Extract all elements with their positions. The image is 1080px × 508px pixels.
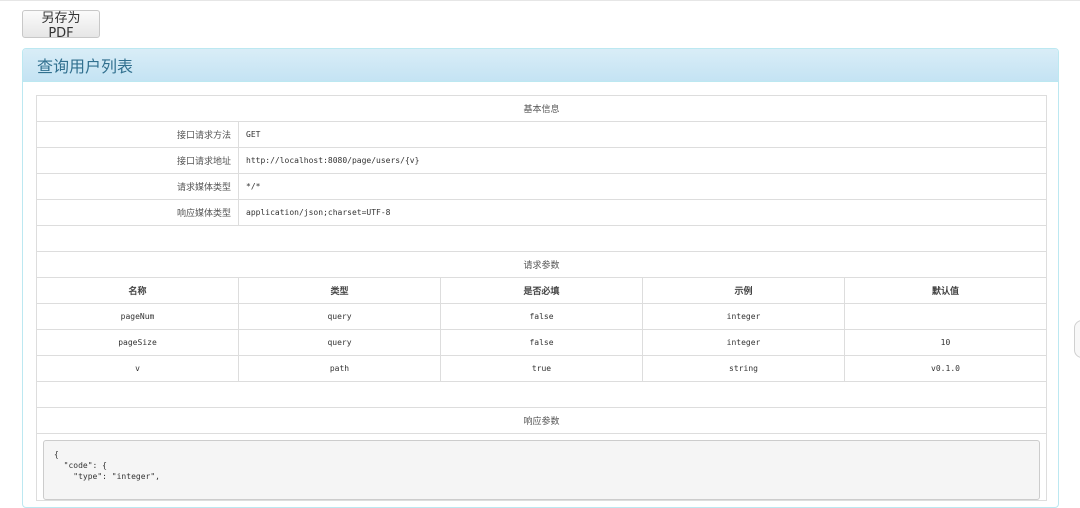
- info-row: 接口请求地址 http://localhost:8080/page/users/…: [36, 147, 1047, 174]
- param-name: v: [36, 355, 239, 382]
- column-header-type: 类型: [238, 277, 441, 304]
- spacer-cell: [36, 381, 1047, 408]
- response-json-code-block[interactable]: { "code": { "type": "integer",: [43, 440, 1040, 500]
- info-value: GET: [238, 121, 1047, 148]
- table-row: v path true string v0.1.0: [36, 355, 1047, 382]
- top-divider: [0, 0, 1080, 1]
- param-type: query: [238, 303, 441, 330]
- column-header-default: 默认值: [844, 277, 1047, 304]
- param-default: 10: [844, 329, 1047, 356]
- table-row: pageSize query false integer 10: [36, 329, 1047, 356]
- param-header-row: 名称 类型 是否必填 示例 默认值: [36, 277, 1047, 304]
- info-value: http://localhost:8080/page/users/{v}: [238, 147, 1047, 174]
- info-value: application/json;charset=UTF-8: [238, 199, 1047, 226]
- param-name: pageSize: [36, 329, 239, 356]
- param-type: query: [238, 329, 441, 356]
- info-row: 响应媒体类型 application/json;charset=UTF-8: [36, 199, 1047, 226]
- section-row-basic-info: 基本信息: [36, 95, 1047, 122]
- info-value: */*: [238, 173, 1047, 200]
- param-required: false: [440, 303, 643, 330]
- section-row-response-params: 响应参数: [36, 407, 1047, 434]
- spacer-cell: [36, 225, 1047, 252]
- api-doc-table: 基本信息 接口请求方法 GET 接口请求地址 http://localhost:…: [36, 95, 1047, 501]
- info-label: 请求媒体类型: [36, 173, 239, 200]
- save-as-pdf-button[interactable]: 另存为PDF: [22, 10, 100, 41]
- section-title-response-params: 响应参数: [36, 407, 1047, 434]
- param-required: false: [440, 329, 643, 356]
- column-header-name: 名称: [36, 277, 239, 304]
- side-scroll-handle[interactable]: [1074, 320, 1080, 358]
- info-label: 接口请求地址: [36, 147, 239, 174]
- section-row-request-params: 请求参数: [36, 251, 1047, 278]
- param-example: integer: [642, 329, 845, 356]
- param-example: string: [642, 355, 845, 382]
- section-title-basic-info: 基本信息: [36, 95, 1047, 122]
- column-header-required: 是否必填: [440, 277, 643, 304]
- response-code-cell: { "code": { "type": "integer",: [36, 433, 1047, 501]
- info-label: 接口请求方法: [36, 121, 239, 148]
- column-header-example: 示例: [642, 277, 845, 304]
- info-label: 响应媒体类型: [36, 199, 239, 226]
- table-row: pageNum query false integer: [36, 303, 1047, 330]
- response-code-row: { "code": { "type": "integer",: [36, 433, 1047, 501]
- spacer-row: [36, 381, 1047, 408]
- section-title-request-params: 请求参数: [36, 251, 1047, 278]
- panel-title: 查询用户列表: [23, 49, 1058, 82]
- param-type: path: [238, 355, 441, 382]
- api-panel: 查询用户列表 基本信息 接口请求方法 GET 接口请求地址 http://loc…: [22, 48, 1059, 508]
- spacer-row: [36, 225, 1047, 252]
- param-default: v0.1.0: [844, 355, 1047, 382]
- info-row: 接口请求方法 GET: [36, 121, 1047, 148]
- param-name: pageNum: [36, 303, 239, 330]
- param-required: true: [440, 355, 643, 382]
- info-row: 请求媒体类型 */*: [36, 173, 1047, 200]
- param-default: [844, 303, 1047, 330]
- param-example: integer: [642, 303, 845, 330]
